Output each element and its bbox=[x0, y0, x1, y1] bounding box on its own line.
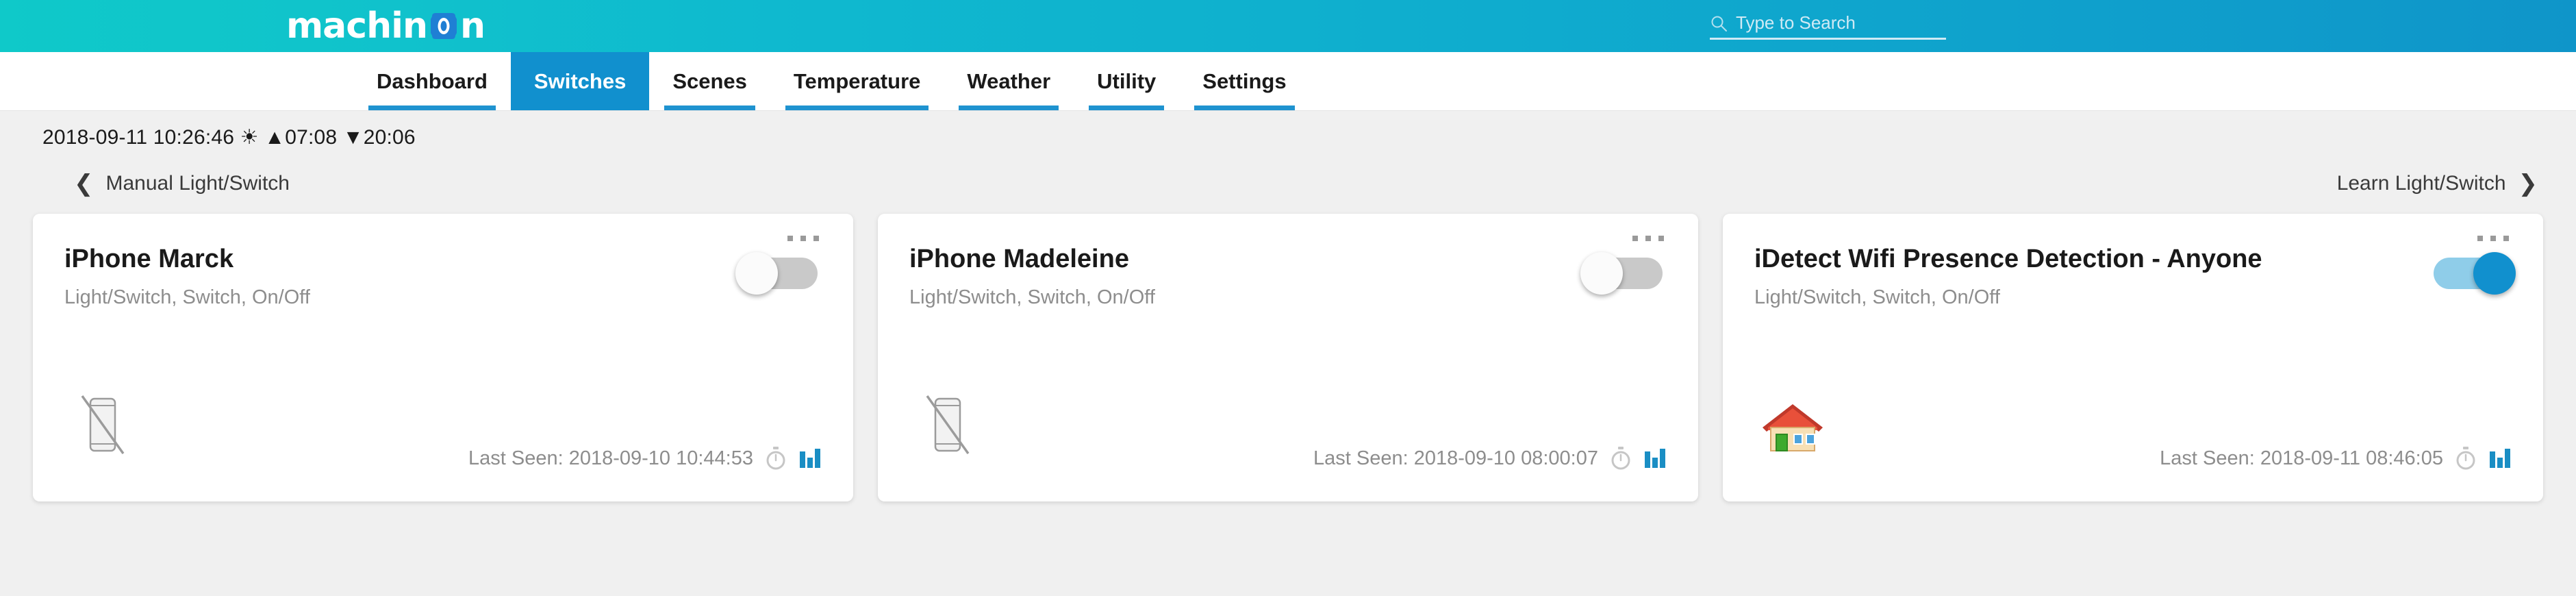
logo-text-after: n bbox=[459, 5, 485, 47]
last-seen-text: Last Seen: 2018-09-10 10:44:53 bbox=[468, 447, 753, 469]
tab-underline bbox=[1194, 105, 1295, 110]
device-subtitle: Light/Switch, Switch, On/Off bbox=[909, 286, 1155, 308]
search-box[interactable] bbox=[1710, 12, 1946, 40]
next-category-label: Learn Light/Switch bbox=[2336, 172, 2506, 195]
overflow-menu-icon[interactable] bbox=[2471, 229, 2516, 248]
bar-chart-icon[interactable] bbox=[798, 447, 822, 469]
last-seen-text: Last Seen: 2018-09-10 08:00:07 bbox=[1313, 447, 1598, 469]
device-subtitle: Light/Switch, Switch, On/Off bbox=[1754, 286, 2000, 308]
tab-switches[interactable]: Switches bbox=[510, 52, 650, 110]
timer-icon[interactable] bbox=[2455, 447, 2476, 470]
tab-label: Switches bbox=[533, 69, 627, 93]
tab-underline bbox=[959, 105, 1059, 110]
app-header: machin n bbox=[0, 0, 2576, 52]
tab-temperature[interactable]: Temperature bbox=[770, 52, 944, 110]
device-power-toggle[interactable] bbox=[735, 252, 818, 295]
device-card[interactable]: iPhone Madeleine Light/Switch, Switch, O… bbox=[878, 214, 1698, 501]
status-datetime-sun: 2018-09-11 10:26:46 ☀ ▲07:08 ▼20:06 bbox=[42, 125, 416, 149]
prev-category-link[interactable]: ❮ Manual Light/Switch bbox=[74, 172, 290, 195]
device-card-grid: iPhone Marck Light/Switch, Switch, On/Of… bbox=[0, 204, 2576, 501]
device-card-footer: Last Seen: 2018-09-10 10:44:53 bbox=[468, 447, 822, 470]
tab-underline bbox=[368, 105, 496, 110]
app-logo: machin n bbox=[286, 0, 485, 52]
device-power-toggle[interactable] bbox=[1580, 252, 1663, 295]
chevron-right-icon: ❯ bbox=[2518, 170, 2538, 197]
overflow-menu-icon[interactable] bbox=[1626, 229, 1671, 248]
logo-text-before: machin bbox=[286, 5, 428, 47]
device-subtitle: Light/Switch, Switch, On/Off bbox=[64, 286, 310, 308]
tab-label: Scenes bbox=[672, 69, 747, 93]
overflow-menu-icon[interactable] bbox=[781, 229, 826, 248]
prev-category-label: Manual Light/Switch bbox=[105, 172, 290, 195]
tab-label: Dashboard bbox=[377, 69, 488, 93]
toggle-knob bbox=[2473, 252, 2516, 295]
device-title: iDetect Wifi Presence Detection - Anyone bbox=[1754, 245, 2262, 273]
device-card-footer: Last Seen: 2018-09-11 08:46:05 bbox=[2160, 447, 2512, 470]
tab-dashboard[interactable]: Dashboard bbox=[353, 52, 511, 110]
tab-label: Temperature bbox=[793, 69, 921, 93]
bar-chart-icon[interactable] bbox=[2488, 447, 2512, 469]
timer-icon[interactable] bbox=[766, 447, 786, 470]
toggle-knob bbox=[1580, 252, 1623, 295]
tab-underline bbox=[785, 105, 929, 110]
search-icon bbox=[1710, 14, 1728, 32]
tab-underline bbox=[1089, 105, 1165, 110]
tab-scenes[interactable]: Scenes bbox=[649, 52, 770, 110]
logo-o-icon bbox=[428, 10, 459, 42]
category-navigation: ❮ Manual Light/Switch Learn Light/Switch… bbox=[0, 163, 2576, 204]
house-icon bbox=[1760, 392, 1826, 458]
next-category-link[interactable]: Learn Light/Switch ❯ bbox=[2337, 172, 2538, 195]
device-title: iPhone Madeleine bbox=[909, 245, 1129, 273]
chevron-left-icon: ❮ bbox=[74, 170, 94, 197]
phone-disabled-icon bbox=[70, 392, 136, 458]
tab-weather[interactable]: Weather bbox=[944, 52, 1074, 110]
phone-disabled-icon bbox=[915, 392, 981, 458]
tab-label: Weather bbox=[967, 69, 1051, 93]
device-power-toggle[interactable] bbox=[2434, 252, 2516, 295]
tab-utility[interactable]: Utility bbox=[1074, 52, 1179, 110]
timer-icon[interactable] bbox=[1611, 447, 1631, 470]
bar-chart-icon[interactable] bbox=[1643, 447, 1667, 469]
main-navigation: Dashboard Switches Scenes Temperature We… bbox=[0, 52, 2576, 111]
device-card[interactable]: iDetect Wifi Presence Detection - Anyone… bbox=[1723, 214, 2543, 501]
tab-label: Utility bbox=[1097, 69, 1157, 93]
status-bar: 2018-09-11 10:26:46 ☀ ▲07:08 ▼20:06 bbox=[0, 111, 2576, 163]
tab-label: Settings bbox=[1202, 69, 1287, 93]
tab-underline bbox=[664, 105, 755, 110]
last-seen-text: Last Seen: 2018-09-11 08:46:05 bbox=[2160, 447, 2443, 469]
tab-settings[interactable]: Settings bbox=[1179, 52, 1309, 110]
logo-text: machin n bbox=[286, 8, 485, 44]
search-input[interactable] bbox=[1736, 12, 1946, 34]
device-card[interactable]: iPhone Marck Light/Switch, Switch, On/Of… bbox=[33, 214, 853, 501]
device-card-footer: Last Seen: 2018-09-10 08:00:07 bbox=[1313, 447, 1667, 470]
toggle-knob bbox=[735, 252, 778, 295]
device-title: iPhone Marck bbox=[64, 245, 234, 273]
